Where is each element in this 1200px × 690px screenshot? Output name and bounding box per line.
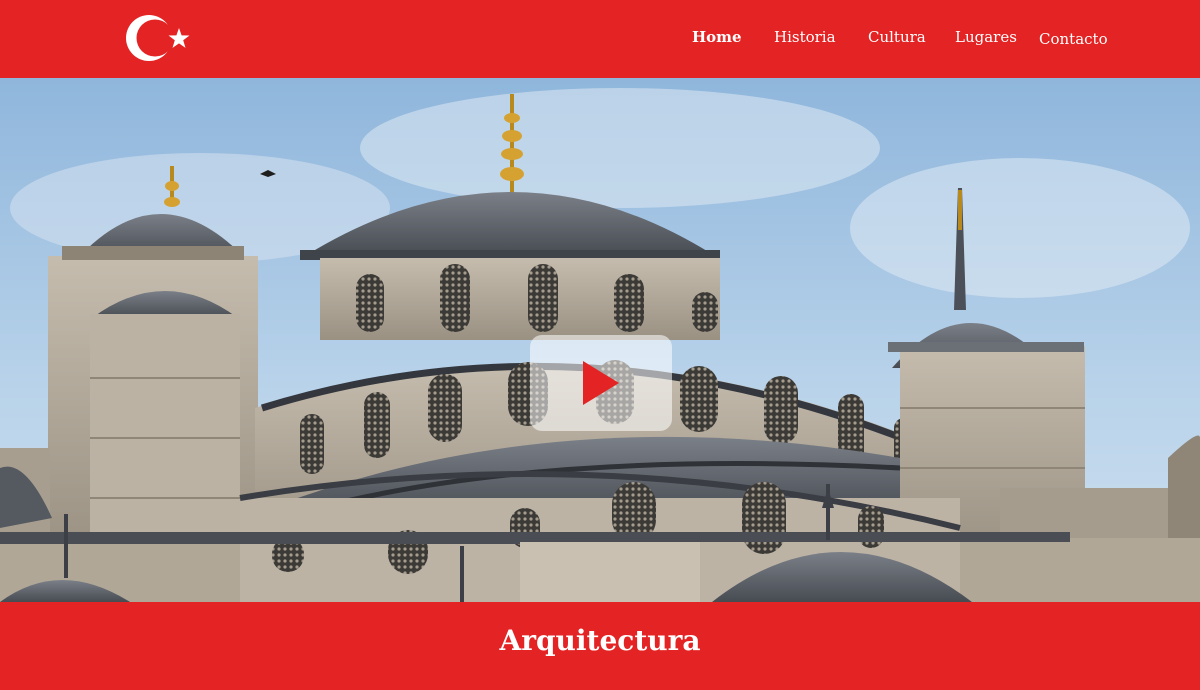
nav-home[interactable]: Home: [692, 28, 742, 46]
site-header: Home Historia Cultura Lugares Contacto: [0, 0, 1200, 78]
section-title: Arquitectura: [499, 624, 701, 657]
main-nav: Home Historia Cultura Lugares Contacto: [0, 0, 1200, 78]
play-button[interactable]: [530, 335, 672, 431]
nav-lugares[interactable]: Lugares: [955, 28, 1017, 46]
section-banner: Arquitectura: [0, 602, 1200, 690]
play-icon: [583, 361, 619, 405]
nav-cultura[interactable]: Cultura: [868, 28, 926, 46]
nav-contacto[interactable]: Contacto: [1039, 30, 1108, 48]
hero-video[interactable]: [0, 78, 1200, 602]
nav-historia[interactable]: Historia: [774, 28, 836, 46]
